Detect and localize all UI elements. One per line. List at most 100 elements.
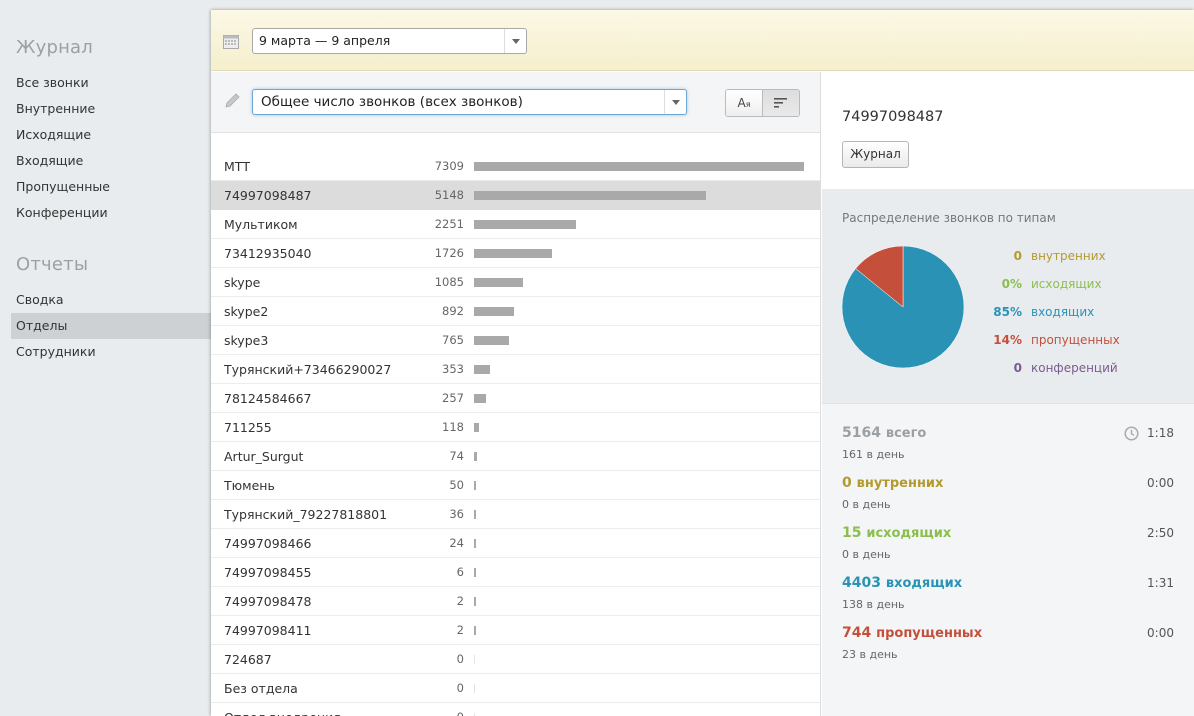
row-value: 2: [456, 594, 464, 608]
legend-percent: 0%: [1001, 277, 1022, 291]
distribution-pie-chart: [842, 246, 964, 368]
table-row[interactable]: skype3 765: [211, 326, 820, 355]
table-row[interactable]: Турянский_79227818801 36: [211, 500, 820, 529]
table-row[interactable]: МТТ 7309: [211, 152, 820, 181]
clock-icon: [1124, 426, 1139, 441]
date-range-select[interactable]: 9 марта — 9 апреля: [252, 28, 527, 54]
stat-item: 744 пропущенных 23 в день 0:00: [842, 625, 1174, 669]
stat-label: пропущенных: [876, 626, 983, 641]
stat-avg-duration: 1:18: [1147, 426, 1174, 440]
row-name: 73412935040: [224, 246, 312, 261]
stat-label: всего: [885, 426, 927, 441]
row-bar: [474, 684, 475, 693]
legend-label: исходящих: [1031, 277, 1102, 291]
row-value: 1085: [434, 275, 464, 289]
table-row[interactable]: skype 1085: [211, 268, 820, 297]
table-row[interactable]: Artur_Surgut 74: [211, 442, 820, 471]
metric-value: Общее число звонков (всех звонков): [261, 94, 523, 110]
table-row[interactable]: 74997098466 24: [211, 529, 820, 558]
table-row[interactable]: Без отдела 0: [211, 674, 820, 703]
row-name: 74997098487: [224, 188, 312, 203]
detail-panel: 74997098487 Журнал Распределение звонков…: [822, 72, 1194, 716]
stat-item: 0 внутренних 0 в день 0:00: [842, 475, 1174, 519]
row-name: Турянский+73466290027: [224, 362, 392, 377]
stat-avg-duration: 2:50: [1147, 526, 1174, 540]
metric-select[interactable]: Общее число звонков (всех звонков): [252, 89, 687, 115]
legend-label: конференций: [1031, 361, 1118, 375]
sidebar-item[interactable]: Все звонки: [11, 70, 211, 96]
table-row[interactable]: 711255 118: [211, 413, 820, 442]
row-name: 724687: [224, 652, 272, 667]
legend-item: 85% входящих: [982, 302, 1194, 322]
row-name: Artur_Surgut: [224, 449, 304, 464]
selected-number: 74997098487: [842, 109, 944, 125]
call-distribution: Распределение звонков по типам 0 внутренн…: [822, 189, 1194, 403]
sort-alphabetical-button[interactable]: Ая: [726, 90, 763, 116]
legend-label: входящих: [1031, 305, 1095, 319]
sidebar-item[interactable]: Внутренние: [11, 96, 211, 122]
table-row[interactable]: Мультиком 2251: [211, 210, 820, 239]
date-range-value: 9 марта — 9 апреля: [259, 33, 391, 48]
stat-label: внутренних: [856, 476, 944, 491]
legend-item: 0 конференций: [982, 358, 1194, 378]
sidebar-item[interactable]: Пропущенные: [11, 174, 211, 200]
sidebar-item[interactable]: Сотрудники: [11, 339, 211, 365]
sort-by-value-button[interactable]: [763, 90, 799, 116]
calendar-icon[interactable]: [223, 34, 239, 49]
row-bar: [474, 655, 475, 664]
sidebar-item[interactable]: Исходящие: [11, 122, 211, 148]
legend-label: внутренних: [1031, 249, 1106, 263]
row-name: Отдел внедрения: [224, 703, 341, 716]
row-value: 1726: [434, 246, 464, 260]
stat-per-day: 138 в день: [842, 598, 905, 611]
stat-per-day: 161 в день: [842, 448, 905, 461]
journal-button[interactable]: Журнал: [842, 141, 909, 168]
distribution-title: Распределение звонков по типам: [842, 211, 1056, 225]
row-name: skype: [224, 275, 261, 290]
table-row[interactable]: 74997098487 5148: [211, 181, 820, 210]
sidebar-item[interactable]: Отделы: [11, 313, 211, 339]
table-row[interactable]: 74997098455 6: [211, 558, 820, 587]
departments-list: МТТ 7309 74997098487 5148 Мультиком 2251 73412…: [211, 152, 820, 716]
row-value: 74: [449, 449, 464, 463]
row-value: 892: [442, 304, 464, 318]
row-name: 74997098466: [224, 536, 312, 551]
table-row[interactable]: 73412935040 1726: [211, 239, 820, 268]
pencil-icon: [225, 93, 240, 108]
sort-button-group: Ая: [725, 89, 800, 117]
stat-label: входящих: [885, 576, 963, 591]
row-name: МТТ: [224, 159, 251, 174]
table-row[interactable]: 724687 0: [211, 645, 820, 674]
legend-item: 0 внутренних: [982, 246, 1194, 266]
stat-avg-duration: 0:00: [1147, 476, 1174, 490]
sidebar-item[interactable]: Входящие: [11, 148, 211, 174]
row-value: 36: [449, 507, 464, 521]
stat-count-line: 15 исходящих: [842, 525, 951, 541]
table-row[interactable]: 74997098411 2: [211, 616, 820, 645]
list-toolbar: Общее число звонков (всех звонков) Ая: [211, 72, 820, 133]
sidebar-heading-journal: Журнал: [16, 37, 93, 58]
row-bar: [474, 191, 707, 200]
row-value: 7309: [434, 159, 464, 173]
row-bar: [474, 307, 515, 316]
row-value: 118: [442, 420, 464, 434]
sidebar-item[interactable]: Конференции: [11, 200, 211, 226]
table-row[interactable]: Тюмень 50: [211, 471, 820, 500]
chevron-down-icon: [664, 90, 686, 114]
call-stats: 5164 всего 161 в день 1:18 0 внутренних 0 в …: [822, 403, 1194, 716]
row-name: skype2: [224, 304, 269, 319]
sidebar-item[interactable]: Сводка: [11, 287, 211, 313]
stat-item: 4403 входящих 138 в день 1:31: [842, 575, 1174, 619]
table-row[interactable]: Отдел внедрения 0: [211, 703, 820, 716]
table-row[interactable]: 78124584667 257: [211, 384, 820, 413]
main-panel: 9 марта — 9 апреля Общее число звонков (…: [211, 10, 1194, 716]
departments-list-panel: Общее число звонков (всех звонков) Ая МТ…: [211, 72, 821, 716]
row-value: 0: [456, 652, 464, 666]
row-value: 5148: [434, 188, 464, 202]
legend-percent: 85%: [993, 305, 1022, 319]
stat-per-day: 0 в день: [842, 548, 891, 561]
row-name: Тюмень: [224, 478, 275, 493]
table-row[interactable]: 74997098478 2: [211, 587, 820, 616]
table-row[interactable]: skype2 892: [211, 297, 820, 326]
table-row[interactable]: Турянский+73466290027 353: [211, 355, 820, 384]
